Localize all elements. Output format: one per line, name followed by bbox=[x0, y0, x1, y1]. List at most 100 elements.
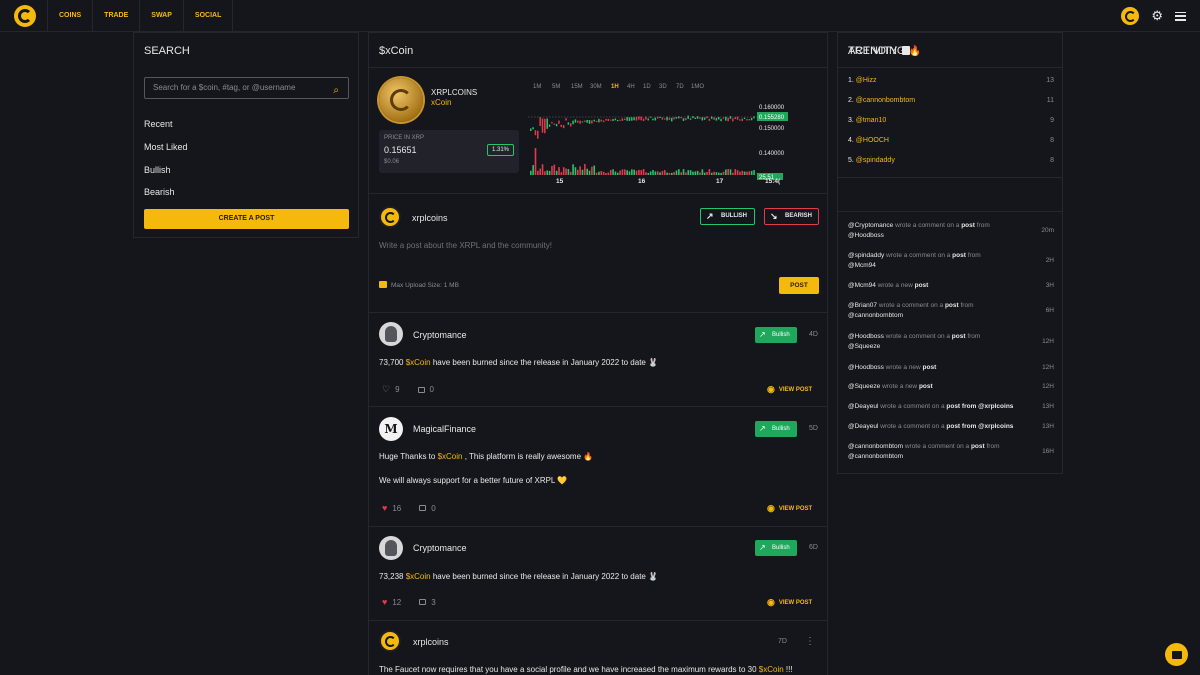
object[interactable]: post bbox=[961, 222, 975, 229]
actor[interactable]: @Hoodboss bbox=[848, 333, 884, 340]
price-chart[interactable]: 0.160000 0.155280 0.150000 0.140000 25.5… bbox=[528, 101, 818, 185]
search-input[interactable]: Search for a $coin, #tag, or @username ⌕ bbox=[144, 77, 349, 99]
trending-user[interactable]: @HOOCH bbox=[856, 137, 889, 144]
target[interactable]: @Hoodboss bbox=[848, 232, 884, 239]
actor[interactable]: @Squeeze bbox=[848, 383, 880, 390]
trending-item[interactable]: 3. @tman10 9 bbox=[848, 117, 1054, 124]
heart-icon[interactable]: ♥ bbox=[382, 503, 387, 513]
filter-bearish[interactable]: Bearish bbox=[144, 187, 175, 197]
coin-ticker[interactable]: xCoin bbox=[431, 98, 451, 107]
comment-icon[interactable] bbox=[419, 599, 427, 605]
filter-most-liked[interactable]: Most Liked bbox=[144, 142, 188, 152]
object[interactable]: post bbox=[946, 403, 960, 410]
nav-trade[interactable]: TRADE bbox=[92, 0, 139, 32]
timeframe-4h[interactable]: 4H bbox=[627, 84, 643, 90]
timeframe-1m[interactable]: 1M bbox=[533, 84, 552, 90]
timeframe-3d[interactable]: 3D bbox=[659, 84, 676, 90]
timeframe-30m[interactable]: 30M bbox=[590, 84, 611, 90]
bullish-button[interactable]: ↗ BULLISH bbox=[700, 208, 755, 225]
view-post-link[interactable]: ◉ VIEW POST bbox=[767, 384, 812, 395]
actor[interactable]: @Brian07 bbox=[848, 302, 877, 309]
object[interactable]: post bbox=[952, 252, 966, 259]
trending-user[interactable]: @Hizz bbox=[856, 77, 877, 84]
activity-item[interactable]: @Brian07 wrote a comment on a post from @… bbox=[848, 301, 1054, 321]
object[interactable]: post bbox=[923, 364, 937, 371]
activity-item[interactable]: @Mcm94 wrote a new post 3H bbox=[848, 281, 1054, 291]
coin-tag[interactable]: $xCoin bbox=[759, 665, 784, 674]
profile-coin-icon[interactable] bbox=[1121, 7, 1140, 25]
actor[interactable]: @cannonbombtom bbox=[848, 443, 903, 450]
actor[interactable]: @spindaddy bbox=[848, 252, 884, 259]
actor[interactable]: @Hoodboss bbox=[848, 364, 884, 371]
tail[interactable]: from @xrplcoins bbox=[960, 403, 1014, 410]
create-post-button[interactable]: CREATE A POST bbox=[144, 209, 349, 229]
timeframe-1d[interactable]: 1D bbox=[643, 84, 659, 90]
avatar[interactable] bbox=[379, 536, 403, 560]
timeframe-1mo[interactable]: 1MO bbox=[691, 84, 710, 90]
bearish-button[interactable]: ↘ BEARISH bbox=[764, 208, 819, 225]
activity-item[interactable]: @Deayeul wrote a comment on a post from … bbox=[848, 422, 1054, 432]
upload-image[interactable]: Max Upload Size: 1 MB bbox=[379, 281, 459, 289]
view-post-link[interactable]: ◉ VIEW POST bbox=[767, 597, 812, 608]
post-author[interactable]: Cryptomance bbox=[413, 330, 467, 340]
chat-button[interactable] bbox=[1165, 643, 1188, 666]
brand-logo[interactable] bbox=[14, 5, 36, 27]
search-icon[interactable]: ⌕ bbox=[333, 81, 339, 101]
coin-tag[interactable]: $xCoin bbox=[438, 452, 463, 461]
nav-social[interactable]: SOCIAL bbox=[182, 0, 234, 32]
heart-icon[interactable]: ♥ bbox=[382, 597, 387, 607]
target[interactable]: @Squeeze bbox=[848, 343, 880, 350]
activity-item[interactable]: @Deayeul wrote a comment on a post from … bbox=[848, 402, 1054, 412]
gear-icon[interactable]: ⚙ bbox=[1151, 7, 1163, 25]
timeframe-1h[interactable]: 1H bbox=[611, 84, 627, 90]
nav-coins[interactable]: COINS bbox=[47, 0, 92, 32]
coin-tag[interactable]: $xCoin bbox=[406, 572, 431, 581]
filter-recent[interactable]: Recent bbox=[144, 119, 173, 129]
post-textarea[interactable]: Write a post about the XRPL and the comm… bbox=[379, 241, 552, 250]
nav-swap[interactable]: SWAP bbox=[139, 0, 183, 32]
object[interactable]: post bbox=[946, 423, 960, 430]
avatar[interactable] bbox=[379, 322, 403, 346]
trending-user[interactable]: @spindaddy bbox=[856, 157, 895, 164]
image-icon[interactable] bbox=[379, 281, 387, 288]
trending-user[interactable]: @cannonbombtom bbox=[856, 97, 915, 104]
object[interactable]: post bbox=[952, 333, 966, 340]
menu-icon[interactable] bbox=[1175, 11, 1186, 21]
post-button[interactable]: POST bbox=[779, 277, 819, 294]
target[interactable]: @Mcm94 bbox=[848, 262, 876, 269]
object[interactable]: post bbox=[915, 282, 929, 289]
activity-item[interactable]: @Hoodboss wrote a new post 12H bbox=[848, 363, 1054, 373]
target[interactable]: @cannonbombtom bbox=[848, 453, 903, 460]
post-author[interactable]: Cryptomance bbox=[413, 543, 467, 553]
activity-item[interactable]: @Hoodboss wrote a comment on a post from… bbox=[848, 332, 1054, 352]
object[interactable]: post bbox=[971, 443, 985, 450]
view-post-link[interactable]: ◉ VIEW POST bbox=[767, 503, 812, 514]
timeframe-7d[interactable]: 7D bbox=[676, 84, 691, 90]
activity-item[interactable]: @spindaddy wrote a comment on a post fro… bbox=[848, 251, 1054, 271]
comment-icon[interactable] bbox=[419, 505, 427, 511]
object[interactable]: post bbox=[919, 383, 933, 390]
heart-icon[interactable]: ♡ bbox=[382, 384, 390, 395]
activity-item[interactable]: @Squeeze wrote a new post 12H bbox=[848, 382, 1054, 392]
activity-item[interactable]: @Cryptomance wrote a comment on a post f… bbox=[848, 221, 1054, 241]
timeframe-5m[interactable]: 5M bbox=[552, 84, 571, 90]
actor[interactable]: @Mcm94 bbox=[848, 282, 876, 289]
object[interactable]: post bbox=[945, 302, 959, 309]
actor[interactable]: @Cryptomance bbox=[848, 222, 893, 229]
avatar[interactable]: M bbox=[379, 417, 403, 441]
timeframe-15m[interactable]: 15M bbox=[571, 84, 590, 90]
post-author[interactable]: MagicalFinance bbox=[413, 424, 476, 434]
actor[interactable]: @Deayeul bbox=[848, 403, 878, 410]
tail[interactable]: from @xrplcoins bbox=[960, 423, 1014, 430]
activity-item[interactable]: @cannonbombtom wrote a comment on a post… bbox=[848, 442, 1054, 462]
more-options-icon[interactable]: ⋮ bbox=[805, 636, 815, 647]
target[interactable]: @cannonbombtom bbox=[848, 312, 903, 319]
trending-item[interactable]: 4. @HOOCH 8 bbox=[848, 137, 1054, 144]
trending-item[interactable]: 2. @cannonbombtom 11 bbox=[848, 97, 1054, 104]
trending-item[interactable]: 5. @spindaddy 8 bbox=[848, 157, 1054, 164]
coin-tag[interactable]: $xCoin bbox=[406, 358, 431, 367]
trending-item[interactable]: 1. @Hizz 13 bbox=[848, 77, 1054, 84]
actor[interactable]: @Deayeul bbox=[848, 423, 878, 430]
trending-user[interactable]: @tman10 bbox=[856, 117, 886, 124]
comment-icon[interactable] bbox=[417, 386, 425, 393]
